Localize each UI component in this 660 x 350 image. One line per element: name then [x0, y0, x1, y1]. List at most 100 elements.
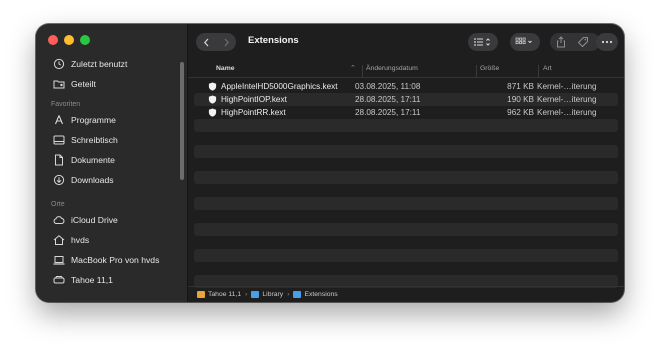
column-date-header[interactable]: Änderungsdatum	[366, 65, 418, 72]
sidebar-item-label: Geteilt	[71, 79, 96, 89]
view-options-button[interactable]	[468, 33, 498, 51]
chevron-up-icon: ⌃	[350, 65, 356, 72]
sidebar-section-locations: Orte	[51, 201, 65, 208]
file-date: 03.08.2025, 11:08	[355, 81, 421, 91]
sidebar-item-label: Tahoe 11,1	[71, 275, 113, 285]
sidebar-item-recents[interactable]: Zuletzt benutzt	[36, 54, 188, 74]
download-icon	[53, 174, 65, 186]
file-name: HighPointIOP.kext	[221, 94, 287, 104]
file-size: 190 KB	[507, 94, 534, 104]
empty-row-stripe	[194, 249, 618, 262]
tag-button[interactable]	[574, 33, 592, 51]
ellipsis-icon	[601, 40, 613, 44]
sidebar-item-label: iCloud Drive	[71, 215, 118, 225]
file-size: 871 KB	[507, 81, 534, 91]
navigation-buttons	[196, 33, 236, 51]
column-divider[interactable]	[362, 65, 363, 77]
back-button[interactable]	[196, 33, 216, 51]
table-row[interactable]: HighPointRR.kext 28.08.2025, 17:11 962 K…	[194, 106, 618, 119]
sidebar-item-downloads[interactable]: Downloads	[36, 170, 188, 190]
file-name-cell: AppleIntelHD5000Graphics.kext	[208, 82, 338, 91]
sidebar-item-computer[interactable]: MacBook Pro von hvds	[36, 250, 188, 270]
table-row[interactable]: HighPointIOP.kext 28.08.2025, 17:11 190 …	[194, 93, 618, 106]
group-options-button[interactable]	[510, 33, 540, 51]
file-kind: Kernel-…iterung	[537, 81, 597, 91]
file-date: 28.08.2025, 17:11	[355, 94, 421, 104]
minimize-window-button[interactable]	[64, 35, 74, 45]
empty-row-stripe	[194, 197, 618, 210]
column-divider[interactable]	[476, 65, 477, 77]
file-name-cell: HighPointRR.kext	[208, 108, 286, 117]
drive-icon	[53, 274, 65, 286]
sidebar-item-applications[interactable]: Programme	[36, 110, 188, 130]
sidebar-item-drive[interactable]: Tahoe 11,1	[36, 270, 188, 290]
tag-icon	[577, 37, 588, 48]
empty-row-stripe	[194, 119, 618, 132]
path-item-label: Extensions	[304, 291, 338, 298]
table-row[interactable]: AppleIntelHD5000Graphics.kext 03.08.2025…	[194, 80, 618, 93]
sidebar-item-icloud-drive[interactable]: iCloud Drive	[36, 210, 188, 230]
forward-button[interactable]	[216, 33, 236, 51]
close-window-button[interactable]	[48, 35, 58, 45]
list-view-icon	[474, 38, 490, 46]
file-name: HighPointRR.kext	[221, 107, 286, 117]
desktop-icon	[53, 134, 65, 146]
applications-icon	[53, 114, 65, 126]
file-size: 962 KB	[507, 107, 534, 117]
path-item-library[interactable]: Library	[251, 291, 283, 298]
sidebar: Zuletzt benutzt Geteilt Favoriten Progra…	[36, 24, 188, 302]
sidebar-item-label: MacBook Pro von hvds	[71, 255, 160, 265]
sidebar-item-label: Programme	[71, 115, 116, 125]
column-header: Name ⌃ Änderungsdatum Größe Art	[188, 60, 624, 78]
path-separator: ›	[287, 291, 290, 298]
sidebar-item-label: Schreibtisch	[71, 135, 118, 145]
clock-icon	[53, 58, 65, 70]
sidebar-item-label: hvds	[71, 235, 90, 245]
folder-icon	[293, 291, 302, 298]
sidebar-item-shared[interactable]: Geteilt	[36, 74, 188, 94]
path-bar: Tahoe 11,1 › Library › Extensions	[188, 286, 624, 302]
sidebar-item-label: Downloads	[71, 175, 114, 185]
file-name: AppleIntelHD5000Graphics.kext	[221, 81, 338, 91]
sidebar-item-label: Dokumente	[71, 155, 115, 165]
path-item-label: Tahoe 11,1	[208, 291, 242, 298]
empty-row-stripe	[194, 145, 618, 158]
file-date: 28.08.2025, 17:11	[355, 107, 421, 117]
chevron-left-icon	[203, 38, 208, 46]
grid-view-icon	[515, 37, 532, 45]
file-kind: Kernel-…iterung	[537, 94, 597, 104]
sidebar-item-label: Zuletzt benutzt	[71, 59, 128, 69]
column-divider[interactable]	[538, 65, 539, 77]
path-item-drive[interactable]: Tahoe 11,1	[197, 291, 241, 298]
empty-row-stripe	[194, 171, 618, 184]
cloud-icon	[53, 214, 65, 226]
sidebar-item-desktop[interactable]: Schreibtisch	[36, 130, 188, 150]
folder-icon	[251, 291, 260, 298]
kext-bundle-icon	[208, 107, 217, 117]
share-button[interactable]	[552, 33, 570, 51]
finder-window: Zuletzt benutzt Geteilt Favoriten Progra…	[36, 24, 624, 302]
zoom-window-button[interactable]	[80, 35, 90, 45]
kext-bundle-icon	[208, 81, 217, 91]
column-size-header[interactable]: Größe	[480, 65, 499, 72]
file-kind: Kernel-…iterung	[537, 107, 597, 117]
kext-bundle-icon	[208, 94, 217, 104]
sidebar-scrollbar[interactable]	[180, 62, 184, 180]
more-actions-button[interactable]	[596, 33, 618, 51]
path-item-extensions[interactable]: Extensions	[293, 291, 338, 298]
drive-icon	[197, 291, 205, 298]
column-name-header[interactable]: Name	[216, 65, 235, 72]
toolbar: Extensions	[188, 24, 624, 60]
window-controls	[48, 35, 90, 45]
file-name-cell: HighPointIOP.kext	[208, 95, 287, 104]
sidebar-item-home[interactable]: hvds	[36, 230, 188, 250]
home-icon	[53, 234, 65, 246]
empty-row-stripe	[194, 223, 618, 236]
document-icon	[53, 154, 65, 166]
shared-folder-icon	[53, 78, 65, 90]
column-kind-header[interactable]: Art	[543, 65, 552, 72]
share-icon	[557, 36, 565, 48]
sidebar-section-favorites: Favoriten	[51, 101, 81, 108]
laptop-icon	[53, 254, 65, 266]
sidebar-item-documents[interactable]: Dokumente	[36, 150, 188, 170]
